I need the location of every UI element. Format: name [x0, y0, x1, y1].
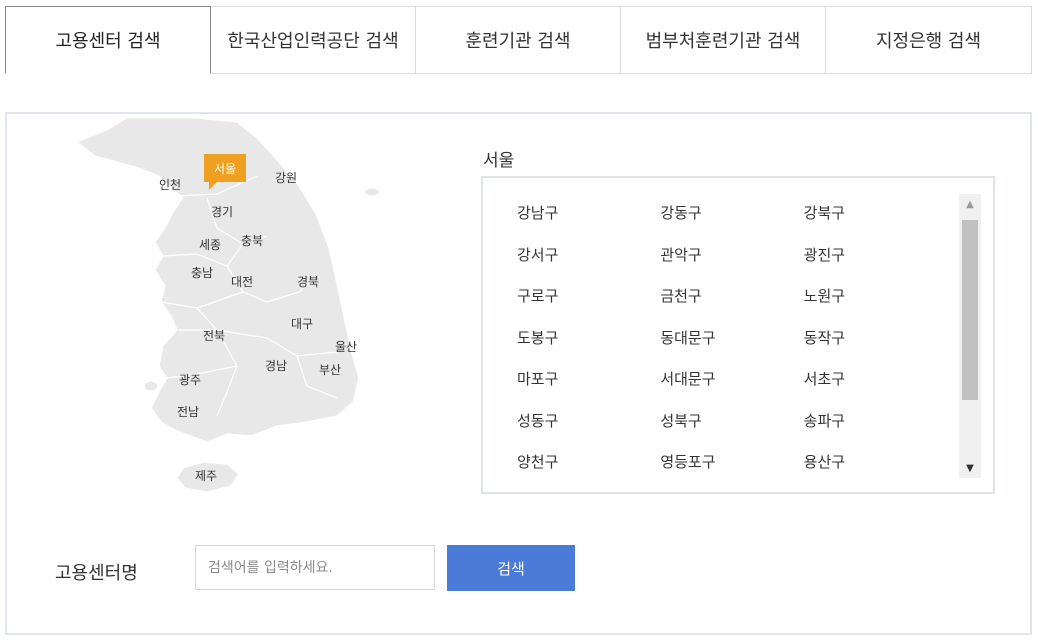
district-item[interactable]: 금천구: [660, 285, 803, 306]
district-item[interactable]: 송파구: [804, 410, 947, 431]
scroll-up-arrow-icon[interactable]: ▲: [959, 194, 981, 214]
map-label-jeju[interactable]: 제주: [195, 469, 217, 483]
district-item[interactable]: 성동구: [517, 410, 660, 431]
scroll-down-arrow-icon[interactable]: ▼: [959, 458, 981, 478]
district-item[interactable]: 성북구: [660, 410, 803, 431]
district-row: 강남구 강동구 강북구: [517, 192, 947, 234]
search-field-label: 고용센터명: [55, 563, 138, 584]
map-label-seoul: 서울: [214, 162, 236, 176]
map-label-gyeongnam[interactable]: 경남: [265, 359, 287, 373]
map-label-busan[interactable]: 부산: [319, 363, 341, 377]
district-item[interactable]: 관악구: [660, 244, 803, 265]
map-label-sejong[interactable]: 세종: [199, 238, 221, 252]
tab-hrd-korea[interactable]: 한국산업인력공단 검색: [211, 6, 416, 74]
map-label-daejeon[interactable]: 대전: [231, 275, 253, 289]
korea-region-map: 서울 인천 강원 경기 세종 충북 충남 대전 경북 대구 전북 울산 경남 부…: [67, 116, 427, 506]
district-item[interactable]: 서대문구: [660, 368, 803, 389]
district-row: 강서구 관악구 광진구: [517, 234, 947, 276]
district-item[interactable]: 동대문구: [660, 327, 803, 348]
map-label-jeonnam[interactable]: 전남: [177, 405, 199, 419]
district-item[interactable]: 강동구: [660, 202, 803, 223]
map-label-gyeonggi[interactable]: 경기: [211, 205, 233, 219]
district-item[interactable]: 마포구: [517, 368, 660, 389]
district-item[interactable]: 동작구: [804, 327, 947, 348]
district-row: 구로구 금천구 노원구: [517, 275, 947, 317]
map-label-incheon[interactable]: 인천: [159, 177, 181, 192]
district-item[interactable]: 강북구: [804, 202, 947, 223]
district-row: 성동구 성북구 송파구: [517, 400, 947, 442]
district-row: 양천구 영등포구 용산구: [517, 441, 947, 483]
map-label-chungnam[interactable]: 충남: [191, 266, 213, 280]
scrollbar-thumb[interactable]: [962, 220, 978, 400]
district-list-box: 강남구 강동구 강북구 강서구 관악구 광진구 구로구 금천구 노원구 도봉구 …: [481, 176, 995, 494]
district-item[interactable]: 광진구: [804, 244, 947, 265]
district-item[interactable]: 서초구: [804, 368, 947, 389]
district-item[interactable]: 도봉구: [517, 327, 660, 348]
korea-map-svg: 서울 인천 강원 경기 세종 충북 충남 대전 경북 대구 전북 울산 경남 부…: [75, 117, 381, 493]
district-row: 마포구 서대문구 서초구: [517, 358, 947, 400]
selected-region-title: 서울: [483, 151, 515, 171]
district-item[interactable]: 양천구: [517, 451, 660, 472]
map-label-chungbuk[interactable]: 충북: [241, 234, 263, 248]
map-island: [143, 380, 159, 392]
district-item[interactable]: 구로구: [517, 285, 660, 306]
tab-interministerial-training[interactable]: 범부처훈련기관 검색: [621, 6, 826, 74]
district-item[interactable]: 영등포구: [660, 451, 803, 472]
district-item[interactable]: 강남구: [517, 202, 660, 223]
tab-training-institution[interactable]: 훈련기관 검색: [416, 6, 621, 74]
map-label-daegu[interactable]: 대구: [291, 317, 313, 331]
map-island-ulleung: [363, 187, 381, 197]
search-button[interactable]: 검색: [447, 545, 575, 591]
search-panel: 서울 인천 강원 경기 세종 충북 충남 대전 경북 대구 전북 울산 경남 부…: [5, 112, 1032, 635]
district-list-scrollbar[interactable]: ▲ ▼: [959, 194, 981, 478]
map-label-gangwon[interactable]: 강원: [275, 171, 297, 185]
district-grid: 강남구 강동구 강북구 강서구 관악구 광진구 구로구 금천구 노원구 도봉구 …: [517, 192, 947, 483]
map-label-ulsan[interactable]: 울산: [335, 340, 357, 354]
map-label-gwangju[interactable]: 광주: [179, 373, 201, 387]
center-name-search-input[interactable]: [195, 545, 435, 590]
district-item[interactable]: 용산구: [804, 451, 947, 472]
district-item[interactable]: 노원구: [804, 285, 947, 306]
tab-bar: 고용센터 검색 한국산업인력공단 검색 훈련기관 검색 범부처훈련기관 검색 지…: [5, 6, 1032, 74]
tab-designated-bank[interactable]: 지정은행 검색: [826, 6, 1032, 74]
district-item[interactable]: 강서구: [517, 244, 660, 265]
district-row: 도봉구 동대문구 동작구: [517, 317, 947, 359]
map-label-jeonbuk[interactable]: 전북: [203, 329, 225, 343]
map-label-gyeongbuk[interactable]: 경북: [297, 275, 319, 289]
tab-employment-center[interactable]: 고용센터 검색: [5, 6, 211, 74]
